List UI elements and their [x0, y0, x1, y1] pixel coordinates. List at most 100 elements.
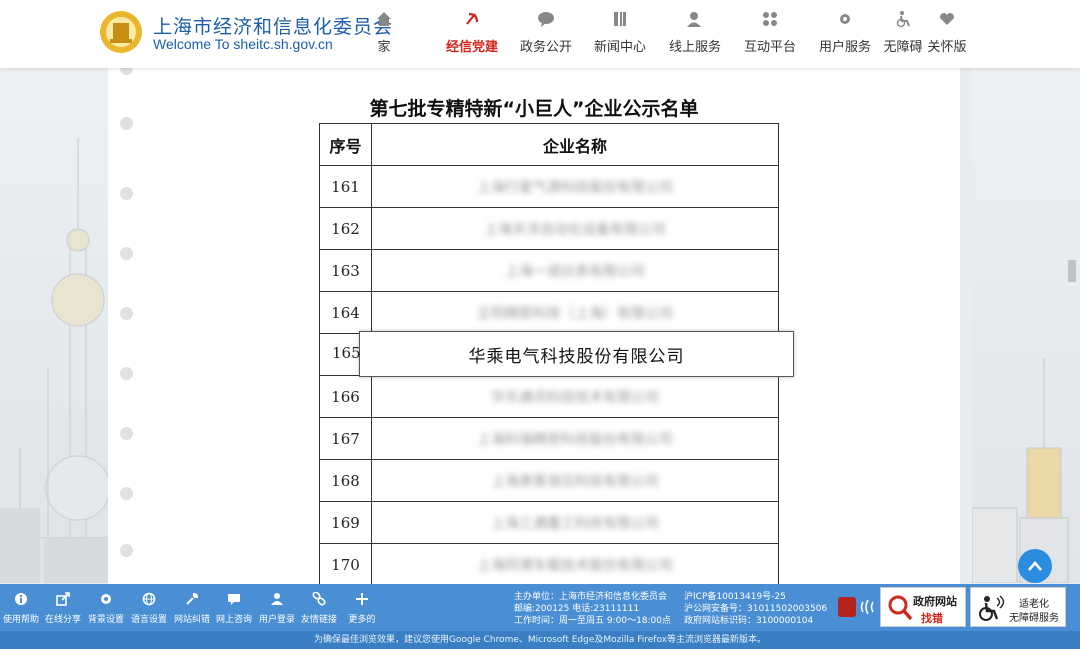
row-number: 167	[319, 417, 372, 460]
nav-home[interactable]: 家	[359, 10, 409, 55]
table-row: 169 上海三通重工科技有限公司	[319, 501, 779, 544]
footer-icp[interactable]: 沪ICP备10013419号-25	[684, 591, 827, 603]
footer-sponsor: 主办单位：上海市经济和信息化委员会	[514, 592, 668, 602]
party-badge-icon[interactable]	[838, 597, 856, 617]
article-content-panel: 第七批专精特新“小巨人”企业公示名单 序号 企业名称 161 上海行星气源科技股份…	[108, 68, 960, 584]
audio-wave-icon[interactable]	[860, 597, 876, 617]
tool-label: 网站纠错	[173, 615, 210, 625]
tool-user-login[interactable]: 用户登录	[256, 592, 298, 625]
company-name-blurred: 华乐通讯科技技术有限公司	[491, 389, 659, 406]
settings-user-icon	[840, 14, 850, 24]
site-logo-emblem[interactable]	[96, 9, 146, 55]
company-name-cell: 上海天洋自动化设备有限公司	[371, 207, 779, 250]
decorative-dot	[120, 367, 133, 380]
nav-party-building[interactable]: 经信党建	[434, 10, 510, 55]
footer-registration-info: 沪ICP备10013419号-25 沪公网安备号：31011502003506 …	[684, 591, 827, 627]
nav-label: 互动平台	[743, 40, 796, 55]
browser-recommendation-notice: 为确保最佳浏览效果，建议您使用Google Chrome、Microsoft E…	[0, 631, 1080, 649]
tool-label: 友情链接	[300, 615, 337, 625]
page-scrollbar-thumb[interactable]	[1068, 260, 1076, 282]
decorative-dot	[120, 487, 133, 500]
decorative-dot	[120, 68, 133, 75]
tool-label: 在线分享	[44, 615, 81, 625]
elder-service-title: 适老化	[1019, 599, 1049, 610]
site-name-chinese[interactable]: 上海市经济和信息化委员会	[153, 12, 393, 39]
tool-language-settings[interactable]: 语言设置	[128, 592, 170, 625]
customs-house-illustration	[972, 358, 1069, 583]
tool-label: 用户登录	[258, 615, 295, 625]
back-to-top-button[interactable]	[1018, 549, 1052, 583]
user-icon	[271, 593, 283, 605]
company-name-cell: 华乐通讯科技技术有限公司	[371, 375, 779, 418]
company-name-cell: 上海一诺仪表有限公司	[371, 249, 779, 292]
company-name-blurred: 上海美客液压科技有限公司	[491, 473, 659, 490]
footer-contact-info: 主办单位：上海市经济和信息化委员会 邮编:200125 电话:23111111 …	[514, 591, 671, 627]
nav-online-service[interactable]: 线上服务	[657, 10, 733, 55]
decorative-dot	[120, 307, 133, 320]
elder-service-subtitle: 无障碍服务	[1009, 613, 1059, 624]
table-row: 162 上海天洋自动化设备有限公司	[319, 207, 779, 250]
table-row: 170 上海同港车载技术股份有限公司	[319, 543, 779, 584]
company-name-blurred: 上海科瑞精密科技股份有限公司	[477, 431, 673, 448]
wheelchair-icon	[896, 11, 910, 28]
article-title: 第七批专精特新“小巨人”企业公示名单	[369, 98, 699, 120]
nav-label: 政务公开	[519, 40, 572, 55]
tool-more[interactable]: 更多的	[341, 592, 383, 625]
row-number: 166	[319, 375, 372, 418]
tool-share[interactable]: 在线分享	[42, 592, 84, 625]
oriental-pearl-tower-illustration	[0, 138, 108, 583]
accessibility-icon	[979, 595, 1005, 621]
tool-online-consultation[interactable]: 网上咨询	[213, 592, 255, 625]
tool-label: 更多的	[348, 615, 376, 625]
company-name-cell: 上海美客液压科技有限公司	[371, 459, 779, 502]
nav-care-version[interactable]: 关怀版	[924, 10, 970, 55]
heart-icon	[940, 13, 954, 25]
chevron-up-icon	[1028, 561, 1042, 571]
footer-police-record[interactable]: 沪公网安备号：31011502003506	[684, 603, 827, 615]
gov-site-error-finder-button[interactable]: 政府网站 找错	[880, 587, 966, 627]
company-name-cell: 上海同港车载技术股份有限公司	[371, 543, 779, 584]
footer-hours: 工作时间：周一至周五 9:00～18:00点	[514, 616, 672, 626]
decorative-dot	[120, 247, 133, 260]
nav-interaction-platform[interactable]: 互动平台	[732, 10, 808, 55]
tool-site-error-report[interactable]: 网站纠错	[171, 592, 213, 625]
info-icon	[15, 593, 27, 605]
table-row: 163 上海一诺仪表有限公司	[319, 249, 779, 292]
gov-error-subtitle: 找错	[921, 612, 943, 625]
nav-label: 新闻中心	[593, 40, 646, 55]
table-row: 167 上海科瑞精密科技股份有限公司	[319, 417, 779, 460]
company-name-blurred: 上海三通重工科技有限公司	[491, 515, 659, 532]
link-icon	[312, 592, 326, 606]
nav-news-center[interactable]: 新闻中心	[582, 10, 658, 55]
tool-friendly-links[interactable]: 友情链接	[298, 592, 340, 625]
company-name-blurred: 上海行星气源科技股份有限公司	[477, 179, 673, 196]
tool-background-settings[interactable]: 背景设置	[85, 592, 127, 625]
row-number: 170	[319, 543, 372, 584]
table-row: 161 上海行星气源科技股份有限公司	[319, 165, 779, 208]
decorative-dot	[120, 427, 133, 440]
site-header: 上海市经济和信息化委员会 Welcome To sheitc.sh.gov.cn…	[0, 0, 1080, 68]
tool-label: 使用帮助	[2, 615, 39, 625]
decorative-dot	[120, 187, 133, 200]
nav-government-affairs[interactable]: 政务公开	[508, 10, 584, 55]
footer-site-code: 政府网站标识码：3100000104	[684, 616, 814, 626]
column-header-company-name: 企业名称	[371, 123, 779, 166]
gov-error-title: 政府网站	[913, 595, 957, 608]
footer-contact: 邮编:200125 电话:23111111	[514, 604, 640, 614]
gear-icon	[101, 594, 111, 604]
highlighted-row-number: 165	[332, 344, 361, 362]
column-header-number: 序号	[319, 123, 372, 166]
company-name-cell: 上海三通重工科技有限公司	[371, 501, 779, 544]
wrench-icon	[186, 592, 199, 605]
background-left-scenery	[0, 68, 108, 583]
row-number: 162	[319, 207, 372, 250]
elder-friendly-service-button[interactable]: 适老化 无障碍服务	[970, 587, 1066, 627]
site-name-english[interactable]: Welcome To sheitc.sh.gov.cn	[153, 36, 333, 52]
footer-toolbar: 使用帮助 在线分享 背景设置 语言设置 网站纠错 网上咨询 用户登录 友情链接 …	[0, 584, 1080, 631]
table-row: 166 华乐通讯科技技术有限公司	[319, 375, 779, 418]
row-number: 164	[319, 291, 372, 334]
tool-help[interactable]: 使用帮助	[0, 592, 42, 625]
chat-icon	[228, 594, 240, 605]
company-name-blurred: 上海天洋自动化设备有限公司	[484, 221, 666, 238]
plus-icon	[356, 593, 368, 605]
